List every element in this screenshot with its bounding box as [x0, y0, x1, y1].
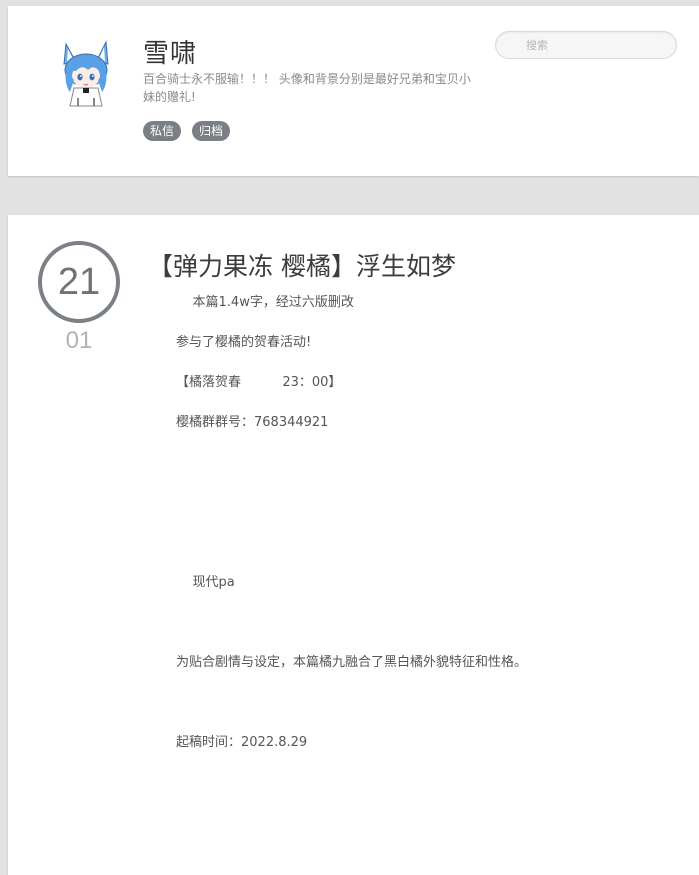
- post-day: 21: [38, 241, 120, 323]
- post-paragraph: 参与了樱橘的贺春活动!: [176, 335, 312, 350]
- header-links: 私信 归档: [143, 121, 231, 141]
- post-paragraph: 现代pa: [176, 575, 235, 590]
- post-card: 21 01 【弹力果冻 樱橘】浮生如梦 本篇1.4w字，经过六版删改 参与了樱橘…: [8, 215, 699, 875]
- post-month: 01: [65, 327, 93, 354]
- message-link[interactable]: 私信: [143, 121, 182, 141]
- post-title[interactable]: 【弹力果冻 樱橘】浮生如梦: [148, 247, 456, 283]
- archive-link[interactable]: 归档: [192, 121, 231, 141]
- blog-description: 百合骑士永不服输！！！ 头像和背景分别是最好兄弟和宝贝小妹的赠礼!: [143, 72, 471, 104]
- post-paragraph: 起稿时间：2022.8.29: [176, 735, 308, 750]
- post-paragraph: 为贴合剧情与设定，本篇橘九融合了黑白橘外貌特征和性格。: [176, 655, 528, 670]
- post-paragraph: 【橘落贺春 23：00】: [176, 375, 342, 390]
- post-paragraph: 本篇1.4w字，经过六版删改: [176, 295, 354, 310]
- avatar-image: [63, 40, 109, 107]
- search-box: [495, 31, 677, 59]
- post-paragraph: 樱橘群群号：768344921: [176, 415, 329, 430]
- search-input[interactable]: [496, 32, 676, 58]
- avatar[interactable]: [56, 40, 116, 110]
- blog-header: 雪啸 百合骑士永不服输！！！ 头像和背景分别是最好兄弟和宝贝小妹的赠礼! 私信 …: [8, 6, 699, 176]
- blog-name[interactable]: 雪啸: [143, 33, 197, 70]
